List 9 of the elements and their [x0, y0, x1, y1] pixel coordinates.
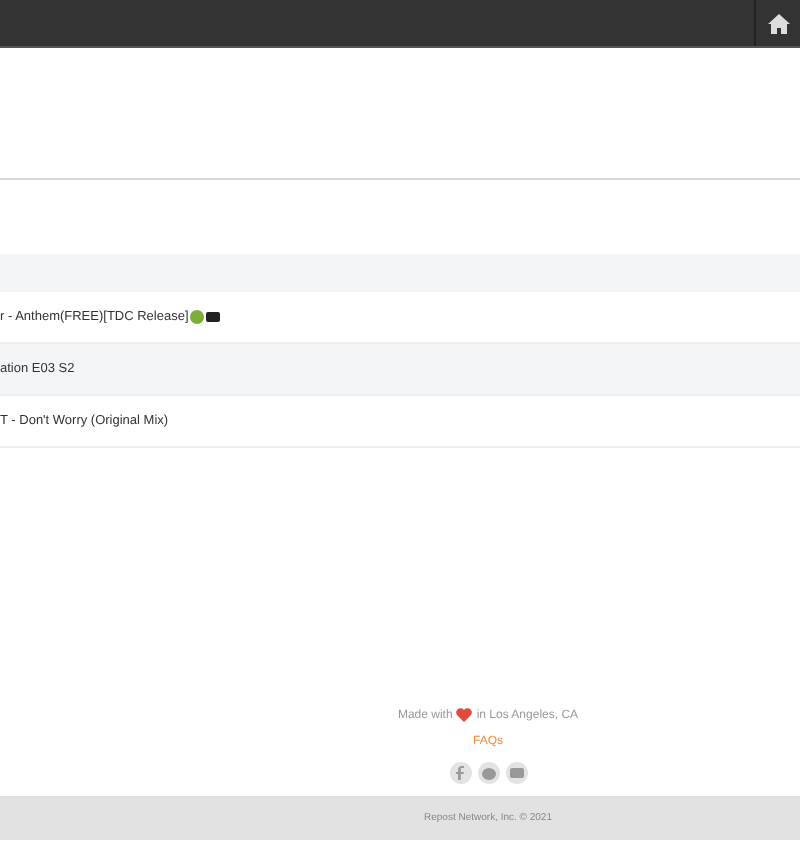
facebook-icon: [456, 766, 464, 780]
home-icon: [767, 13, 789, 33]
tag-icon: [206, 312, 221, 322]
facebook-button[interactable]: [449, 762, 471, 784]
chat-button[interactable]: [477, 762, 499, 784]
heart-icon: [456, 708, 473, 722]
message-icon: [509, 768, 523, 778]
chat-bubble-icon: [481, 767, 495, 779]
message-button[interactable]: [505, 762, 527, 784]
